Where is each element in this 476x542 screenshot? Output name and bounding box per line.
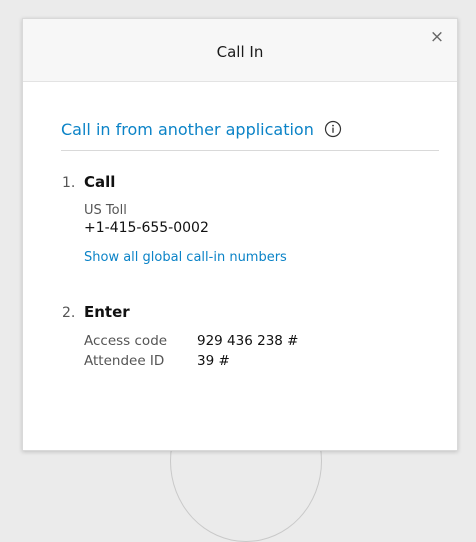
- call-from-app-link[interactable]: Call in from another application: [61, 120, 314, 139]
- close-icon[interactable]: ×: [427, 27, 447, 47]
- attendee-id-label: Attendee ID: [84, 353, 165, 369]
- access-code-label: Access code: [84, 333, 168, 349]
- dialog-title: Call In: [216, 43, 264, 61]
- access-code-row: Access code 929 436 238 #: [84, 331, 437, 351]
- call-in-dialog: Call In × Call in from another applicati…: [22, 18, 458, 451]
- attendee-id-row: Attendee ID 39 #: [84, 351, 437, 371]
- step-number: 2.: [62, 305, 76, 321]
- global-numbers-link[interactable]: Show all global call-in numbers: [84, 250, 437, 265]
- call-from-app-row: Call in from another application: [61, 118, 437, 140]
- dialog-header: Call In ×: [23, 19, 457, 82]
- access-code-value: 929 436 238 #: [197, 333, 299, 349]
- step-title: Enter: [84, 303, 130, 321]
- dialog-content: Call in from another application 1. Call…: [23, 118, 457, 371]
- divider: [61, 150, 439, 151]
- info-icon[interactable]: [324, 120, 342, 138]
- step-enter: 2. Enter: [61, 303, 437, 321]
- phone-number: +1-415-655-0002: [84, 220, 209, 236]
- attendee-id-value: 39 #: [197, 353, 230, 369]
- step-number: 1.: [62, 175, 76, 191]
- step-call: 1. Call: [61, 173, 437, 191]
- toll-label: US Toll: [84, 203, 127, 218]
- step-title: Call: [84, 173, 116, 191]
- enter-details: Access code 929 436 238 # Attendee ID 39…: [84, 331, 437, 371]
- call-details: US Toll +1-415-655-0002 Show all global …: [84, 203, 437, 265]
